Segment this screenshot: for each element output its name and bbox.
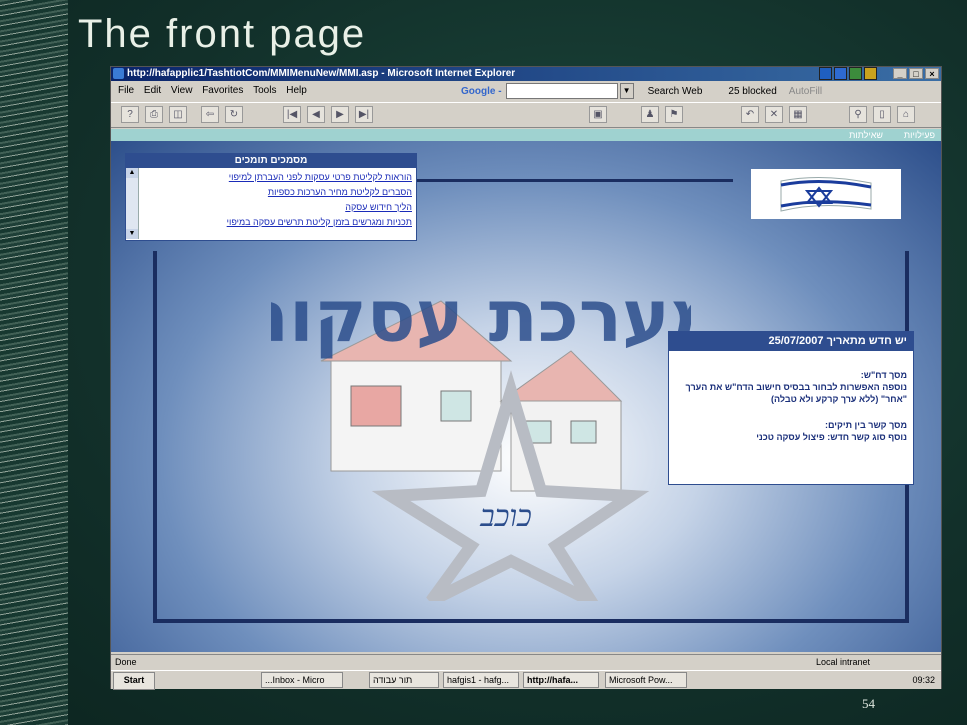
save-icon[interactable]: ▣ [589, 106, 607, 123]
print-icon[interactable]: ⎙ [145, 106, 163, 123]
news-title: יש חדש מתאריך 25/07/2007 [669, 332, 913, 351]
start-button[interactable]: Start [113, 672, 155, 690]
scroll-down-icon[interactable]: ▼ [126, 229, 138, 239]
news-section-title: מסך דח"ש: [860, 370, 907, 380]
clock: 09:32 [912, 675, 935, 685]
nav-link-activities[interactable]: פעילויות [904, 129, 935, 141]
docs-links: הוראות לקליטת פרטי עסקות לפני העברתן למי… [140, 170, 412, 230]
maximize-button[interactable]: □ [909, 68, 923, 79]
delete-icon[interactable]: ✕ [765, 106, 783, 123]
system-logo-image: מערכת עסקות כוכב [271, 274, 691, 601]
window-title: http://hafapplic1/TashtiotCom/MMIMenuNew… [127, 68, 516, 79]
frame-border [153, 251, 157, 621]
app-icon [819, 67, 832, 80]
last-record-icon[interactable]: ▶| [355, 106, 373, 123]
filter-icon[interactable]: ⚑ [665, 106, 683, 123]
word-icon [834, 67, 847, 80]
decorative-texture [0, 0, 68, 725]
excel-icon [849, 67, 862, 80]
slide-title: The front page [78, 12, 367, 56]
menu-edit[interactable]: Edit [144, 82, 161, 100]
google-search-input[interactable] [505, 83, 618, 99]
ie-icon [113, 68, 124, 79]
chevron-down-icon[interactable]: ▼ [619, 83, 634, 99]
scroll-up-icon[interactable]: ▲ [126, 168, 138, 178]
doc-link[interactable]: תכניות ומגרשים בזמן קליטת תרשים עסקה במי… [140, 215, 412, 230]
taskbar-item[interactable]: hafgis1 - hafg... [443, 672, 519, 688]
news-panel: יש חדש מתאריך 25/07/2007 מסך דח"ש: נוספה… [668, 331, 914, 485]
prev-record-icon[interactable]: ◀ [307, 106, 325, 123]
site-nav: פעילויות שאילתות [111, 129, 941, 141]
window-titlebar[interactable]: http://hafapplic1/TashtiotCom/MMIMenuNew… [111, 67, 941, 81]
refresh-icon[interactable]: ↻ [225, 106, 243, 123]
help-icon[interactable]: ? [121, 106, 139, 123]
preview-icon[interactable]: ◫ [169, 106, 187, 123]
nav-link-queries[interactable]: שאילתות [849, 129, 883, 141]
security-zone: Local intranet [816, 657, 871, 667]
docs-scrollbar[interactable]: ▲ ▼ [126, 168, 139, 239]
doc-link[interactable]: הסברים לקליטת מחיר הערכות כספיות [140, 185, 412, 200]
home-icon[interactable]: ⌂ [897, 106, 915, 123]
ie-window: http://hafapplic1/TashtiotCom/MMIMenuNew… [110, 66, 942, 690]
frame-border [153, 619, 909, 623]
news-section-body: נוסף סוג קשר חדש: פיצול עסקה טכני [756, 432, 907, 442]
taskbar-item[interactable]: Microsoft Pow... [605, 672, 687, 688]
menu-tools[interactable]: Tools [253, 82, 276, 100]
news-section-body: נוספה האפשרות לבחור בבסיס חישוב הדח"ש את… [685, 382, 907, 404]
search-web-button[interactable]: Search Web [648, 86, 703, 97]
google-toolbar: Google - ▼ Search Web 25 blocked AutoFil… [461, 83, 822, 99]
window-controls: _ □ × [893, 68, 939, 79]
logo-subtitle: כוכב [479, 499, 531, 534]
docs-panel-title: מסמכים תומכים [126, 154, 416, 168]
autofill-button[interactable]: AutoFill [789, 86, 822, 97]
first-record-icon[interactable]: |◀ [283, 106, 301, 123]
taskbar-item[interactable]: תור עבודה [369, 672, 439, 688]
back-icon[interactable]: ⇦ [201, 106, 219, 123]
status-bar: Done Local intranet [111, 654, 941, 669]
windows-taskbar: Start ...Inbox - Micro תור עבודה hafgis1… [111, 670, 941, 690]
minimize-button[interactable]: _ [893, 68, 907, 79]
slide-number: 54 [862, 696, 875, 711]
title-app-icons [819, 67, 877, 80]
news-section-title: מסך קשר בין תיקים: [824, 420, 907, 430]
menu-favorites[interactable]: Favorites [202, 82, 243, 100]
status-text: Done [115, 657, 137, 667]
app-icon [864, 67, 877, 80]
document-icon[interactable]: ▯ [873, 106, 891, 123]
menu-view[interactable]: View [171, 82, 193, 100]
logo-title: מערכת עסקות [271, 274, 691, 358]
next-record-icon[interactable]: ▶ [331, 106, 349, 123]
taskbar-item[interactable]: http://hafa... [523, 672, 599, 688]
close-button[interactable]: × [925, 68, 939, 79]
supporting-docs-panel: מסמכים תומכים ▲ ▼ הוראות לקליטת פרטי עסק… [125, 153, 417, 241]
google-menu[interactable]: Google - [461, 86, 502, 97]
scroll-track[interactable] [126, 178, 138, 229]
popup-blocked-button[interactable]: 25 blocked [728, 86, 776, 97]
israel-flag-image [751, 169, 901, 219]
doc-link[interactable]: הליך חידוש עסקה [140, 200, 412, 215]
binoculars-icon[interactable]: ⚲ [849, 106, 867, 123]
app-toolbar: ? ⎙ ◫ ⇦ ↻ |◀ ◀ ▶ ▶| ▣ ♟ ⚑ ↶ ✕ ▦ ⚲ ▯ ⌂ [111, 102, 941, 128]
taskbar-item[interactable]: ...Inbox - Micro [261, 672, 343, 688]
menu-file[interactable]: File [118, 82, 134, 100]
people-icon[interactable]: ♟ [641, 106, 659, 123]
page-content: מסמכים תומכים ▲ ▼ הוראות לקליטת פרטי עסק… [111, 141, 941, 652]
window-icon[interactable]: ▦ [789, 106, 807, 123]
menu-help[interactable]: Help [286, 82, 307, 100]
undo-icon[interactable]: ↶ [741, 106, 759, 123]
doc-link[interactable]: הוראות לקליטת פרטי עסקות לפני העברתן למי… [140, 170, 412, 185]
